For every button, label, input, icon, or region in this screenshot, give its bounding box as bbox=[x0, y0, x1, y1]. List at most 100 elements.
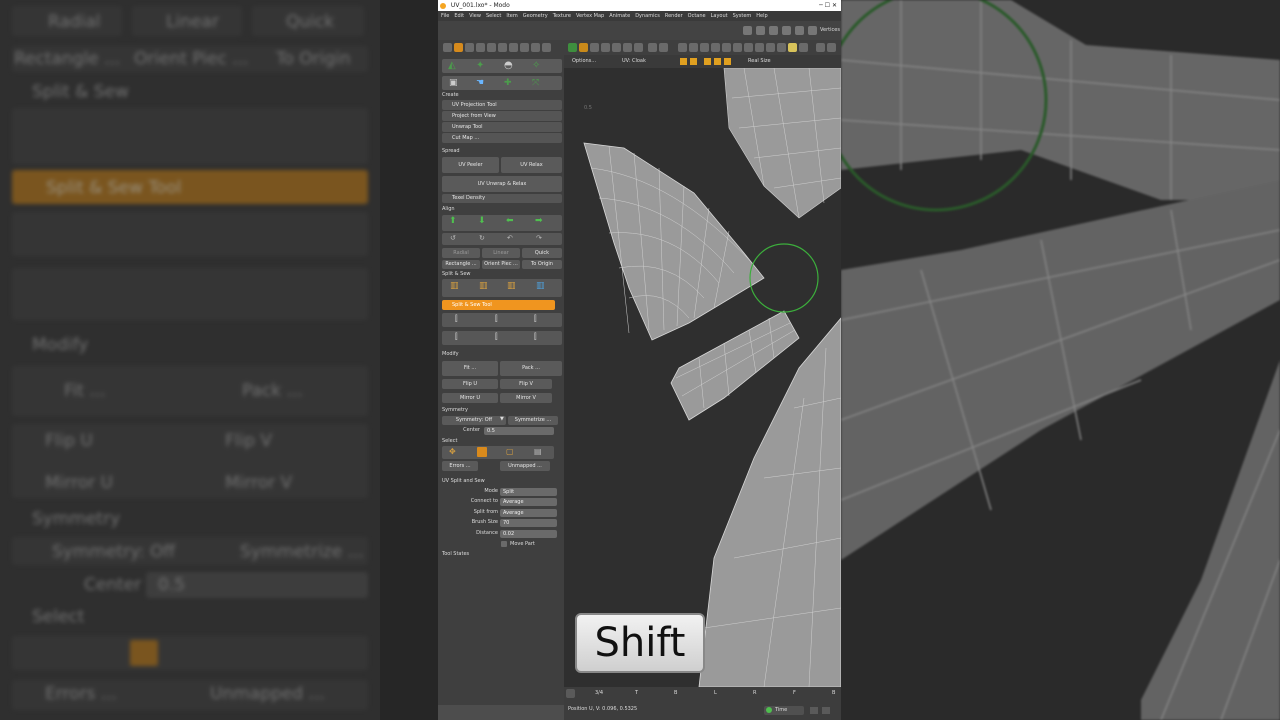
uv-unwrap-relax-button[interactable]: UV Unwrap & Relax bbox=[442, 176, 562, 192]
split-right-icon[interactable]: ⫿ bbox=[534, 314, 537, 324]
select-border-icon[interactable] bbox=[477, 447, 487, 457]
viewport-options[interactable]: Options... bbox=[572, 55, 596, 68]
sew-left-icon[interactable]: ⫿ bbox=[455, 332, 458, 342]
clock-icon[interactable] bbox=[509, 43, 518, 52]
radial-button[interactable]: Radial bbox=[442, 248, 480, 258]
light-icon[interactable] bbox=[788, 43, 797, 52]
menu-dynamics[interactable]: Dynamics bbox=[635, 13, 660, 19]
menu-select[interactable]: Select bbox=[486, 13, 501, 19]
menu-geometry[interactable]: Geometry bbox=[523, 13, 548, 19]
split-from-select[interactable]: Average bbox=[500, 509, 557, 517]
section-symmetry[interactable]: Symmetry bbox=[442, 406, 468, 414]
material-mode-icon[interactable] bbox=[634, 43, 643, 52]
section-uv-split-sew[interactable]: UV Split and Sew bbox=[442, 477, 485, 485]
view-tab-perspective[interactable]: 3/4 bbox=[595, 690, 603, 696]
align-right-icon[interactable]: ➡ bbox=[535, 216, 543, 226]
dome-icon[interactable]: ◓ bbox=[504, 60, 513, 71]
figure-icon[interactable] bbox=[756, 26, 765, 35]
errors-button[interactable]: Errors ... bbox=[442, 461, 478, 471]
flip-u-button[interactable]: Flip U bbox=[442, 379, 498, 389]
flip-v-button[interactable]: Flip V bbox=[500, 379, 552, 389]
section-modify[interactable]: Modify bbox=[442, 350, 459, 358]
distance-input[interactable]: 0.02 bbox=[500, 530, 557, 538]
grid-icon[interactable] bbox=[782, 26, 791, 35]
snap-icon[interactable] bbox=[755, 43, 764, 52]
align-up-icon[interactable]: ⬆ bbox=[449, 216, 457, 226]
camera-icon[interactable] bbox=[777, 43, 786, 52]
split-edge-icon[interactable]: ▥ bbox=[479, 281, 488, 291]
cube-icon[interactable] bbox=[465, 43, 474, 52]
pose-icon[interactable]: ✚ bbox=[504, 78, 512, 88]
connect-to-select[interactable]: Average bbox=[500, 498, 557, 506]
uv-relax-button[interactable]: UV Relax bbox=[501, 157, 562, 173]
pin-icon[interactable] bbox=[769, 26, 778, 35]
select-box-icon[interactable]: ▢ bbox=[506, 447, 514, 456]
section-spread[interactable]: Spread bbox=[442, 147, 460, 155]
droplet-icon[interactable] bbox=[799, 43, 808, 52]
select-mode-icon[interactable] bbox=[579, 43, 588, 52]
menu-help[interactable]: Help bbox=[756, 13, 767, 19]
item-mode-icon[interactable] bbox=[623, 43, 632, 52]
symmetry-dropdown[interactable]: Symmetry: Off bbox=[442, 416, 506, 425]
select-overlap-icon[interactable]: ▤ bbox=[534, 447, 542, 456]
sew-icon[interactable]: ▥ bbox=[507, 281, 516, 291]
section-select[interactable]: Select bbox=[442, 437, 457, 445]
vertices-mode[interactable]: Vertices bbox=[820, 27, 840, 33]
texel-density-button[interactable]: Texel Density bbox=[442, 194, 562, 203]
pen-icon[interactable] bbox=[487, 43, 496, 52]
graph-icon[interactable] bbox=[744, 43, 753, 52]
uv-peeler-button[interactable]: UV Peeler bbox=[442, 157, 499, 173]
uv-island-icon[interactable] bbox=[714, 58, 721, 65]
menu-octane[interactable]: Octane bbox=[688, 13, 706, 19]
lock-icon[interactable] bbox=[733, 43, 742, 52]
orient-piece-button[interactable]: Orient Piec ... bbox=[482, 260, 520, 269]
menu-system[interactable]: System bbox=[733, 13, 752, 19]
sew-right-icon[interactable]: ⫿ bbox=[534, 332, 537, 342]
poly-select-icon[interactable] bbox=[704, 58, 711, 65]
mirror-u-button[interactable]: Mirror U bbox=[442, 393, 498, 403]
uv-mode-icon[interactable] bbox=[454, 43, 463, 52]
section-split-sew[interactable]: Split & Sew bbox=[442, 270, 471, 278]
menu-animate[interactable]: Animate bbox=[609, 13, 630, 19]
menu-file[interactable]: File bbox=[441, 13, 449, 19]
split-icon[interactable]: ▥ bbox=[450, 281, 459, 291]
rotate-ccw-icon[interactable]: ↺ bbox=[450, 234, 456, 242]
split-left-icon[interactable]: ⫿ bbox=[455, 314, 458, 324]
quick-button[interactable]: Quick bbox=[522, 248, 562, 258]
view-tab-front[interactable]: F bbox=[793, 690, 796, 696]
view-tab-left[interactable]: L bbox=[714, 690, 717, 696]
menu-view[interactable]: View bbox=[469, 13, 481, 19]
layout-icon[interactable] bbox=[743, 26, 752, 35]
edge-select-icon[interactable] bbox=[690, 58, 697, 65]
pack-button[interactable]: Pack ... bbox=[500, 361, 562, 376]
runner-icon[interactable]: ✧ bbox=[532, 60, 540, 71]
linear-button[interactable]: Linear bbox=[482, 248, 520, 258]
shield-toggle-icon[interactable] bbox=[816, 43, 825, 52]
chevron-down-icon[interactable]: ▼ bbox=[500, 416, 504, 422]
real-size-toggle[interactable]: Real Size bbox=[748, 55, 771, 68]
search-icon[interactable] bbox=[531, 43, 540, 52]
uv-projection-tool-button[interactable]: UV Projection Tool bbox=[442, 100, 562, 110]
brush-icon[interactable] bbox=[476, 43, 485, 52]
view-tab-right[interactable]: R bbox=[753, 690, 756, 696]
align-left-icon[interactable]: ⬅ bbox=[506, 216, 514, 226]
panel-toggle-icon[interactable] bbox=[810, 707, 818, 714]
project-from-view-button[interactable]: Project from View bbox=[442, 111, 562, 121]
move-part-checkbox[interactable] bbox=[501, 541, 507, 547]
overflow-icon[interactable] bbox=[827, 43, 836, 52]
axis-icon[interactable] bbox=[700, 43, 709, 52]
hammer-icon[interactable] bbox=[689, 43, 698, 52]
view-tab-top[interactable]: T bbox=[635, 690, 638, 696]
unwrap-tool-button[interactable]: Unwrap Tool bbox=[442, 122, 562, 132]
symmetrize-button[interactable]: Symmetrize ... bbox=[508, 416, 558, 425]
menu-item[interactable]: Item bbox=[506, 13, 517, 19]
cross-icon[interactable] bbox=[722, 43, 731, 52]
knife-icon[interactable] bbox=[498, 43, 507, 52]
window-controls[interactable]: ─ ☐ ✕ bbox=[819, 0, 837, 11]
section-align[interactable]: Align bbox=[442, 205, 455, 213]
mirror-v-button[interactable]: Mirror V bbox=[500, 393, 552, 403]
vertex-select-icon[interactable] bbox=[680, 58, 687, 65]
bucket-icon[interactable] bbox=[520, 43, 529, 52]
menu-edit[interactable]: Edit bbox=[454, 13, 464, 19]
menu-vertex-map[interactable]: Vertex Map bbox=[576, 13, 604, 19]
